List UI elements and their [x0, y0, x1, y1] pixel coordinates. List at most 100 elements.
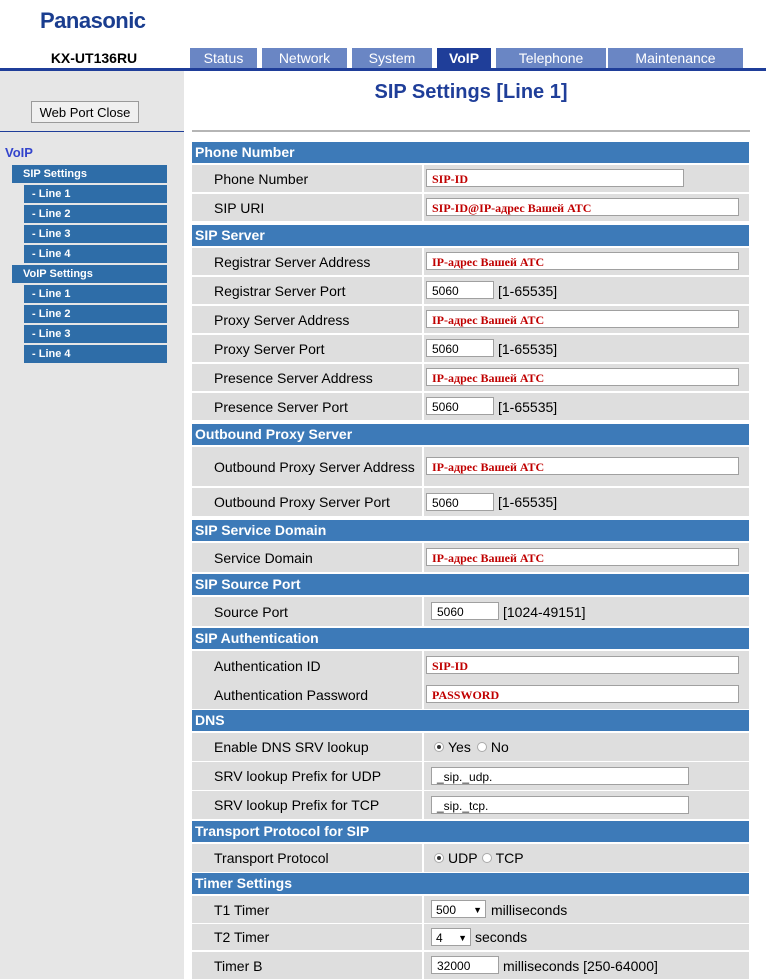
srv-udp-input[interactable]: _sip._udp.	[431, 767, 689, 785]
outbound-port-range: [1-65535]	[498, 494, 558, 510]
outbound-address-input[interactable]: IP-адрес Вашей АТС	[426, 457, 739, 475]
web-port-close-button[interactable]: Web Port Close	[31, 101, 139, 123]
sidebar-item-sip-line-3[interactable]: - Line 3	[24, 225, 167, 243]
row-presence-address: Presence Server Address IP-адрес Вашей А…	[192, 364, 749, 391]
sidebar: Web Port Close VoIP SIP Settings - Line …	[0, 71, 184, 979]
outbound-port-input[interactable]: 5060	[426, 493, 494, 511]
sip-uri-input[interactable]: SIP-ID@IP-адрес Вашей АТС	[426, 198, 739, 216]
dns-srv-label: Enable DNS SRV lookup	[192, 733, 422, 761]
dns-srv-yes-label[interactable]: Yes	[448, 739, 471, 755]
section-service-domain: SIP Service Domain	[192, 520, 749, 541]
sidebar-item-sip-line-4[interactable]: - Line 4	[24, 245, 167, 263]
row-timer-b: Timer B 32000 milliseconds [250-64000]	[192, 952, 749, 979]
registrar-port-input[interactable]: 5060	[426, 281, 494, 299]
phone-number-input[interactable]: SIP-ID	[426, 169, 684, 187]
transport-udp-label[interactable]: UDP	[448, 850, 478, 866]
sidebar-item-voip-line-1[interactable]: - Line 1	[24, 285, 167, 303]
row-auth-id: Authentication ID SIP-ID	[192, 651, 749, 680]
auth-password-input[interactable]: PASSWORD	[426, 685, 739, 703]
sidebar-item-sip-settings[interactable]: SIP Settings	[12, 165, 167, 183]
row-proxy-address: Proxy Server Address IP-адрес Вашей АТС	[192, 306, 749, 333]
t2-select[interactable]: 4 ▼	[431, 928, 471, 946]
t1-label: T1 Timer	[192, 896, 422, 923]
srv-udp-label: SRV lookup Prefix for UDP	[192, 762, 422, 790]
header: Panasonic KX-UT136RU Status Network Syst…	[0, 0, 766, 70]
tab-status[interactable]: Status	[190, 48, 257, 68]
dns-srv-yes-radio[interactable]	[434, 742, 444, 752]
row-presence-port: Presence Server Port 5060 [1-65535]	[192, 393, 749, 420]
row-registrar-address: Registrar Server Address IP-адрес Вашей …	[192, 248, 749, 275]
proxy-port-label: Proxy Server Port	[192, 335, 422, 362]
section-source-port: SIP Source Port	[192, 574, 749, 595]
page-title: SIP Settings [Line 1]	[374, 81, 568, 103]
timer-b-input[interactable]: 32000	[431, 956, 499, 974]
presence-port-input[interactable]: 5060	[426, 397, 494, 415]
transport-label: Transport Protocol	[192, 844, 422, 872]
section-timer: Timer Settings	[192, 873, 749, 894]
source-port-range: [1024-49151]	[503, 603, 586, 620]
source-port-input[interactable]: 5060	[431, 602, 499, 620]
registrar-port-label: Registrar Server Port	[192, 277, 422, 304]
service-domain-input[interactable]: IP-адрес Вашей АТС	[426, 548, 739, 566]
source-port-label: Source Port	[192, 597, 422, 626]
chevron-down-icon: ▼	[458, 933, 467, 943]
registrar-address-input[interactable]: IP-адрес Вашей АТС	[426, 252, 739, 270]
tab-voip[interactable]: VoIP	[437, 48, 491, 68]
t1-select[interactable]: 500 ▼	[431, 900, 486, 918]
transport-udp-radio[interactable]	[434, 853, 444, 863]
sip-uri-label: SIP URI	[192, 194, 422, 221]
row-proxy-port: Proxy Server Port 5060 [1-65535]	[192, 335, 749, 362]
tab-network[interactable]: Network	[262, 48, 347, 68]
row-srv-tcp: SRV lookup Prefix for TCP _sip._tcp.	[192, 791, 749, 819]
srv-tcp-label: SRV lookup Prefix for TCP	[192, 791, 422, 819]
section-phone-number: Phone Number	[192, 142, 749, 163]
presence-address-input[interactable]: IP-адрес Вашей АТС	[426, 368, 739, 386]
registrar-port-range: [1-65535]	[498, 282, 558, 299]
dns-srv-no-label[interactable]: No	[491, 739, 509, 755]
proxy-address-input[interactable]: IP-адрес Вашей АТС	[426, 310, 739, 328]
row-srv-udp: SRV lookup Prefix for UDP _sip._udp.	[192, 762, 749, 790]
sidebar-divider	[0, 131, 184, 132]
auth-password-label: Authentication Password	[192, 680, 422, 709]
timer-b-label: Timer B	[192, 952, 422, 979]
transport-tcp-label[interactable]: TCP	[496, 850, 524, 866]
sidebar-item-voip-line-2[interactable]: - Line 2	[24, 305, 167, 323]
t1-unit: milliseconds	[491, 901, 568, 918]
tab-telephone[interactable]: Telephone	[496, 48, 606, 68]
sidebar-item-sip-line-2[interactable]: - Line 2	[24, 205, 167, 223]
section-authentication: SIP Authentication	[192, 628, 749, 649]
sidebar-item-voip-line-3[interactable]: - Line 3	[24, 325, 167, 343]
proxy-port-input[interactable]: 5060	[426, 339, 494, 357]
phone-number-label: Phone Number	[192, 165, 422, 192]
sidebar-item-voip-line-4[interactable]: - Line 4	[24, 345, 167, 363]
t2-label: T2 Timer	[192, 924, 422, 950]
t2-select-value: 4	[436, 931, 443, 945]
t1-select-value: 500	[436, 903, 457, 917]
row-t1: T1 Timer 500 ▼ milliseconds	[192, 896, 749, 923]
row-phone-number: Phone Number SIP-ID	[192, 165, 749, 192]
title-divider	[192, 130, 750, 132]
row-transport: Transport Protocol UDP TCP	[192, 844, 749, 872]
srv-tcp-input[interactable]: _sip._tcp.	[431, 796, 689, 814]
outbound-port-label: Outbound Proxy Server Port	[192, 488, 422, 516]
sidebar-section-voip[interactable]: VoIP	[5, 145, 33, 160]
service-domain-label: Service Domain	[192, 543, 422, 572]
proxy-port-range: [1-65535]	[498, 340, 558, 357]
presence-port-label: Presence Server Port	[192, 393, 422, 420]
dns-srv-no-radio[interactable]	[476, 742, 487, 752]
auth-id-input[interactable]: SIP-ID	[426, 656, 739, 674]
sidebar-item-sip-line-1[interactable]: - Line 1	[24, 185, 167, 203]
tab-maintenance[interactable]: Maintenance	[608, 48, 743, 68]
row-sip-uri: SIP URI SIP-ID@IP-адрес Вашей АТС	[192, 194, 749, 221]
sidebar-item-voip-settings[interactable]: VoIP Settings	[12, 265, 167, 283]
row-service-domain: Service Domain IP-адрес Вашей АТС	[192, 543, 749, 572]
tab-system[interactable]: System	[352, 48, 432, 68]
registrar-address-label: Registrar Server Address	[192, 248, 422, 275]
section-transport: Transport Protocol for SIP	[192, 821, 749, 842]
timer-b-unit: milliseconds [250-64000]	[503, 957, 658, 974]
chevron-down-icon: ▼	[473, 905, 482, 915]
transport-tcp-radio[interactable]	[481, 853, 492, 863]
row-outbound-address: Outbound Proxy Server Address IP-адрес В…	[192, 447, 749, 486]
outbound-address-label: Outbound Proxy Server Address	[192, 447, 422, 486]
row-registrar-port: Registrar Server Port 5060 [1-65535]	[192, 277, 749, 304]
